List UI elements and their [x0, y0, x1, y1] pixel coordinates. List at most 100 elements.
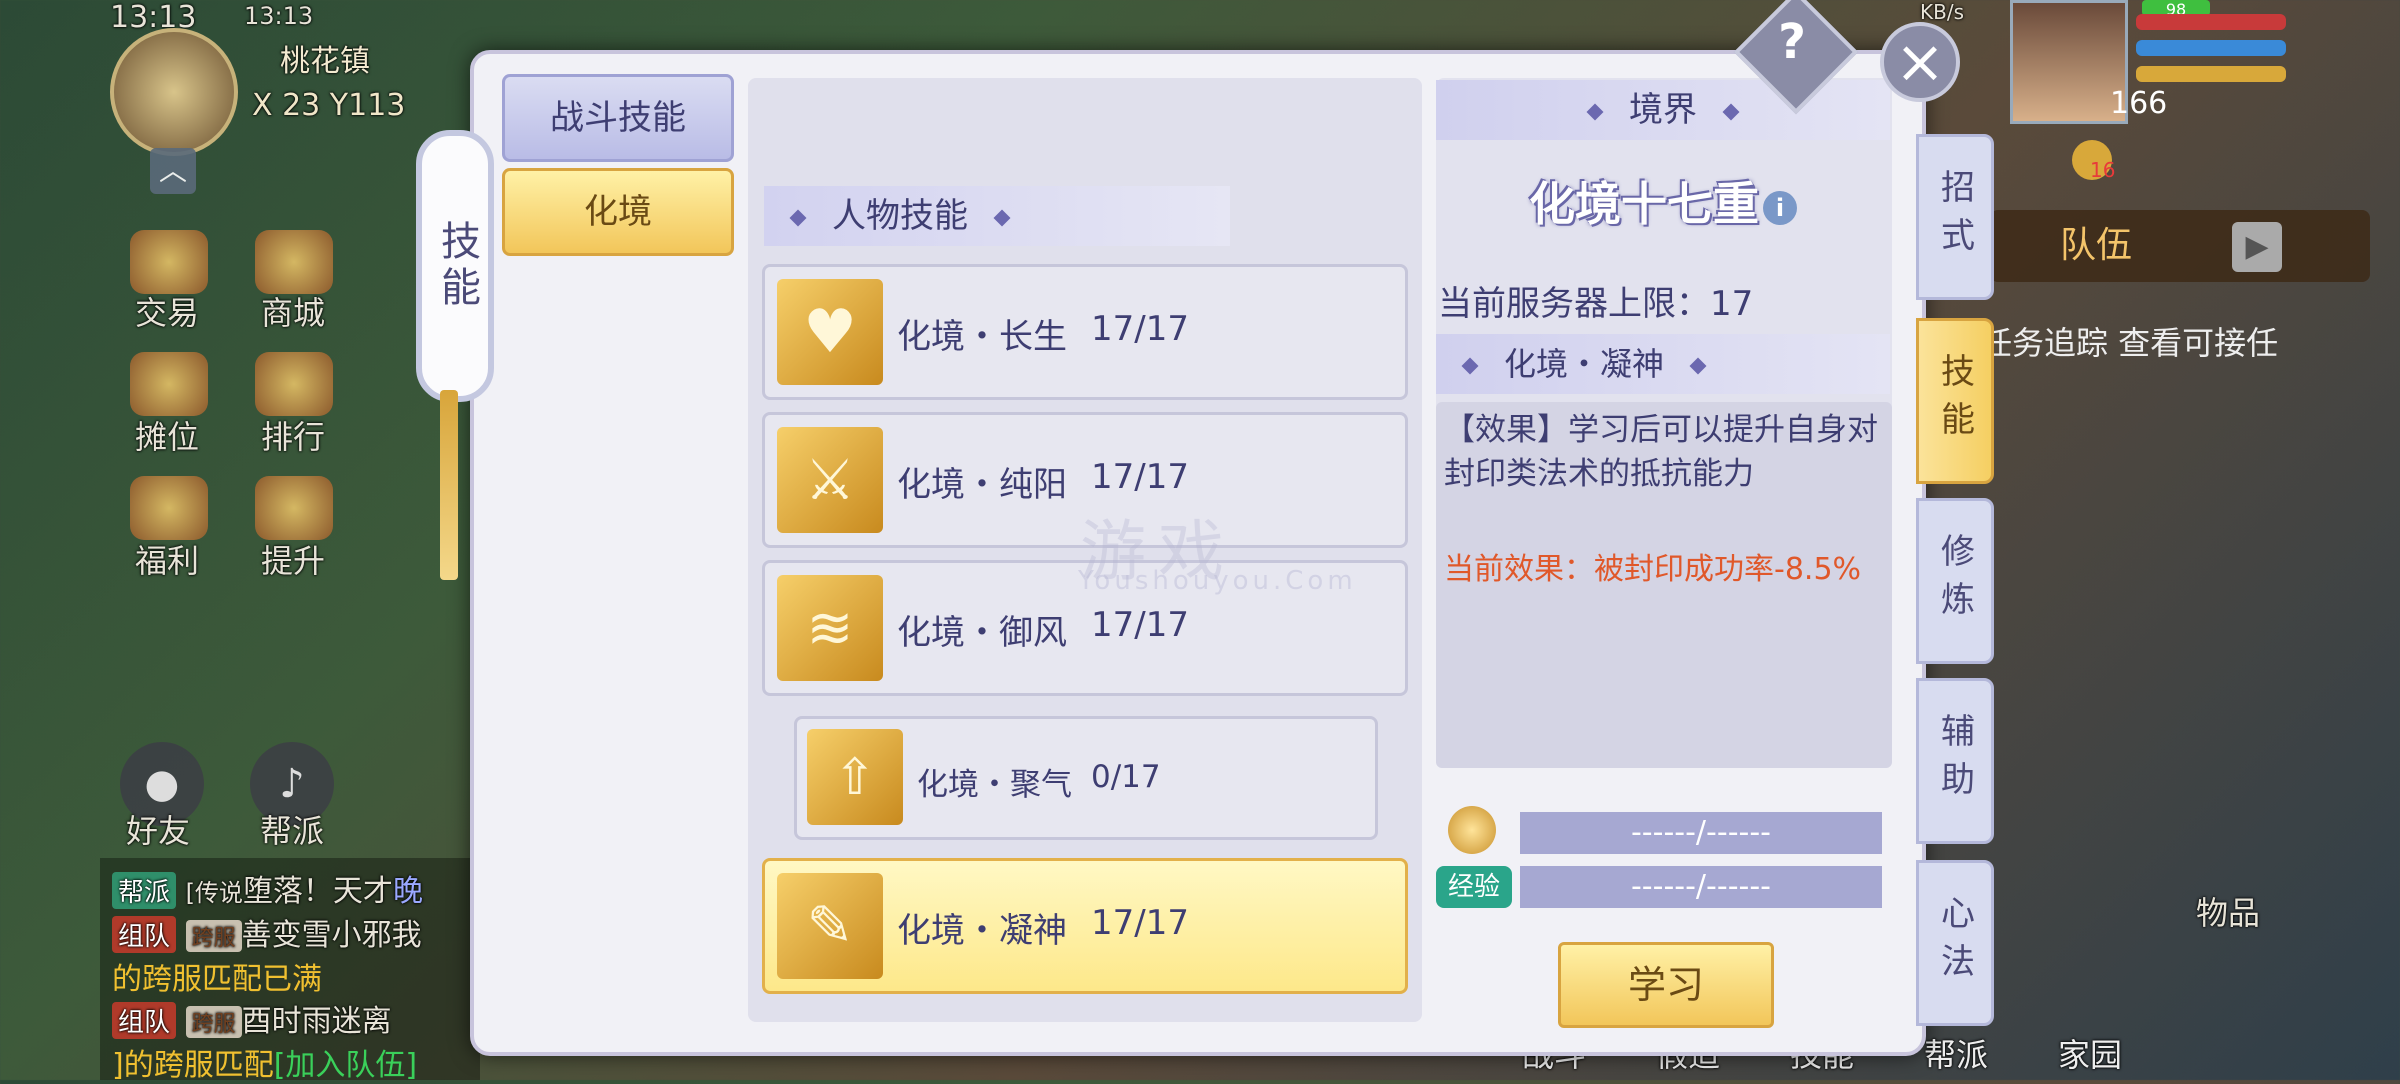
realm-title: 化境十七重 i	[1436, 168, 1890, 234]
section-header: 人物技能	[764, 186, 1230, 246]
skill-item-selected[interactable]: ✎ 化境・凝神 17/17	[762, 858, 1408, 994]
tab-cultivate[interactable]: 修炼	[1916, 498, 1994, 664]
gather-icon: ⇧	[807, 729, 903, 825]
mini-clock: 13:13	[244, 2, 314, 30]
network-speed: KB/s	[1920, 0, 1964, 24]
menu-trade-label[interactable]: 交易	[112, 288, 222, 334]
trade-icon[interactable]	[130, 230, 208, 294]
tab-skills[interactable]: 技能	[1916, 318, 1994, 484]
category-combat-button[interactable]: 战斗技能	[502, 74, 734, 162]
bottom-tab-guild[interactable]: 帮派	[1924, 1030, 1988, 1076]
menu-stall-label[interactable]: 摊位	[112, 412, 222, 458]
welfare-icon[interactable]	[130, 476, 208, 540]
diamond-icon	[789, 209, 807, 226]
shop-icon[interactable]	[255, 230, 333, 294]
realm-head-label: 境界	[1629, 90, 1697, 130]
hp-bar	[2136, 14, 2286, 30]
chat-line: 组队 跨服 酉时雨迷离	[112, 996, 392, 1040]
friends-label: 好友	[126, 812, 191, 850]
exp-badge: 经验	[1436, 866, 1512, 908]
person-icon: ●	[144, 761, 180, 807]
ranking-icon[interactable]	[255, 352, 333, 416]
money-cost: ------/------	[1520, 812, 1882, 854]
diamond-icon	[1586, 103, 1604, 120]
quest-hint[interactable]: 任务追踪 查看可接任	[1980, 318, 2278, 364]
skill-item[interactable]: ⇧ 化境・聚气 0/17	[794, 716, 1378, 840]
chat-tail: 我	[391, 918, 422, 953]
help-icon[interactable]: ?	[1770, 14, 1814, 70]
chat-tag: 组队	[112, 916, 177, 953]
skill-level: 17/17	[1091, 309, 1189, 349]
skill-level: 0/17	[1091, 759, 1161, 795]
skill-name: 化境・凝神	[897, 911, 1067, 951]
skill-level: 17/17	[1091, 903, 1189, 943]
team-button[interactable]: 队伍	[1990, 210, 2370, 282]
guild-label: 帮派	[260, 812, 325, 850]
chat-line: 的跨服匹配已满	[112, 962, 322, 997]
chat-tag: 帮派	[112, 872, 177, 909]
buff-count: 16	[2090, 158, 2116, 182]
chat-line: ]的跨服匹配[加入队伍]	[112, 1040, 417, 1084]
chat-channel: [传说	[185, 879, 243, 907]
skill-item[interactable]: ♥ 化境・长生 17/17	[762, 264, 1408, 400]
effect-description: 【效果】学习后可以提升自身对封印类法术的抵抗能力	[1444, 412, 1878, 492]
collapse-menu-button[interactable]: ︿	[150, 148, 196, 194]
skill-name: 化境・聚气	[917, 767, 1072, 803]
chat-text: 酉时雨迷离	[241, 1004, 392, 1039]
team-label: 队伍	[2060, 225, 2133, 266]
skill-level: 17/17	[1091, 457, 1189, 497]
close-button[interactable]: ×	[1880, 22, 1960, 102]
skill-name: 化境・御风	[897, 613, 1067, 653]
skill-name: 化境・长生	[897, 317, 1067, 357]
tab-mind[interactable]: 心法	[1916, 860, 1994, 1026]
chat-text: ]的跨服匹配	[112, 1048, 274, 1083]
menu-ranking-label[interactable]: 排行	[238, 412, 348, 458]
sp-bar	[2136, 66, 2286, 82]
exp-cost: ------/------	[1520, 866, 1882, 908]
realm-title-text: 化境十七重	[1529, 177, 1759, 231]
wind-icon: ≋	[777, 575, 883, 681]
tab-moves[interactable]: 招式	[1916, 134, 1994, 300]
map-name[interactable]: 桃花镇	[280, 36, 370, 80]
coin-icon	[1448, 806, 1496, 854]
map-coords: X 23 Y113	[252, 88, 406, 123]
play-icon[interactable]: ▶	[2232, 222, 2282, 272]
chat-tail: 晚	[392, 874, 423, 909]
info-icon[interactable]: i	[1763, 190, 1797, 225]
bottom-tab-home[interactable]: 家园	[2058, 1030, 2122, 1076]
menu-shop-label[interactable]: 商城	[238, 288, 348, 334]
menu-welfare-label[interactable]: 福利	[112, 536, 222, 582]
current-effect: 当前效果：被封印成功率-8.5%	[1444, 552, 1862, 587]
section-title: 人物技能	[832, 196, 968, 236]
scroll-title: 技能	[434, 220, 480, 312]
chevron-up-icon: ︿	[158, 154, 187, 187]
category-realm-button[interactable]: 化境	[502, 168, 734, 256]
skill-level: 17/17	[1091, 605, 1189, 645]
learn-button[interactable]: 学习	[1558, 942, 1774, 1028]
skill-detail-title: 化境・凝神	[1504, 345, 1665, 383]
chat-channel: 跨服	[185, 920, 242, 952]
bag-label[interactable]: 物品	[2196, 888, 2260, 934]
tab-assist[interactable]: 辅助	[1916, 678, 1994, 844]
watermark-sub: Youshouyou.Com	[1078, 566, 1357, 596]
chat-tag: 组队	[112, 1002, 177, 1039]
stall-icon[interactable]	[130, 352, 208, 416]
diamond-icon	[993, 209, 1011, 226]
join-team-link[interactable]: [加入队伍]	[274, 1048, 417, 1083]
mp-bar	[2136, 40, 2286, 56]
chat-text: 善变雪小邪	[241, 918, 392, 953]
heart-icon: ♥	[777, 279, 883, 385]
skill-detail-header: 化境・凝神	[1436, 334, 1890, 394]
diamond-icon	[1722, 103, 1740, 120]
map-avatar[interactable]	[110, 28, 238, 156]
scroll-icon: ✎	[777, 873, 883, 979]
menu-upgrade-label[interactable]: 提升	[238, 536, 348, 582]
player-level: 166	[2110, 86, 2168, 121]
chat-line: 帮派 [传说堕落！天才晚	[112, 866, 423, 910]
chat-line: 组队 跨服 善变雪小邪我	[112, 910, 422, 954]
sword-icon: ⚔	[777, 427, 883, 533]
skill-name: 化境・纯阳	[897, 465, 1067, 505]
microphone-icon: ♪	[279, 761, 305, 807]
tassel-decoration	[440, 390, 458, 580]
upgrade-icon[interactable]	[255, 476, 333, 540]
